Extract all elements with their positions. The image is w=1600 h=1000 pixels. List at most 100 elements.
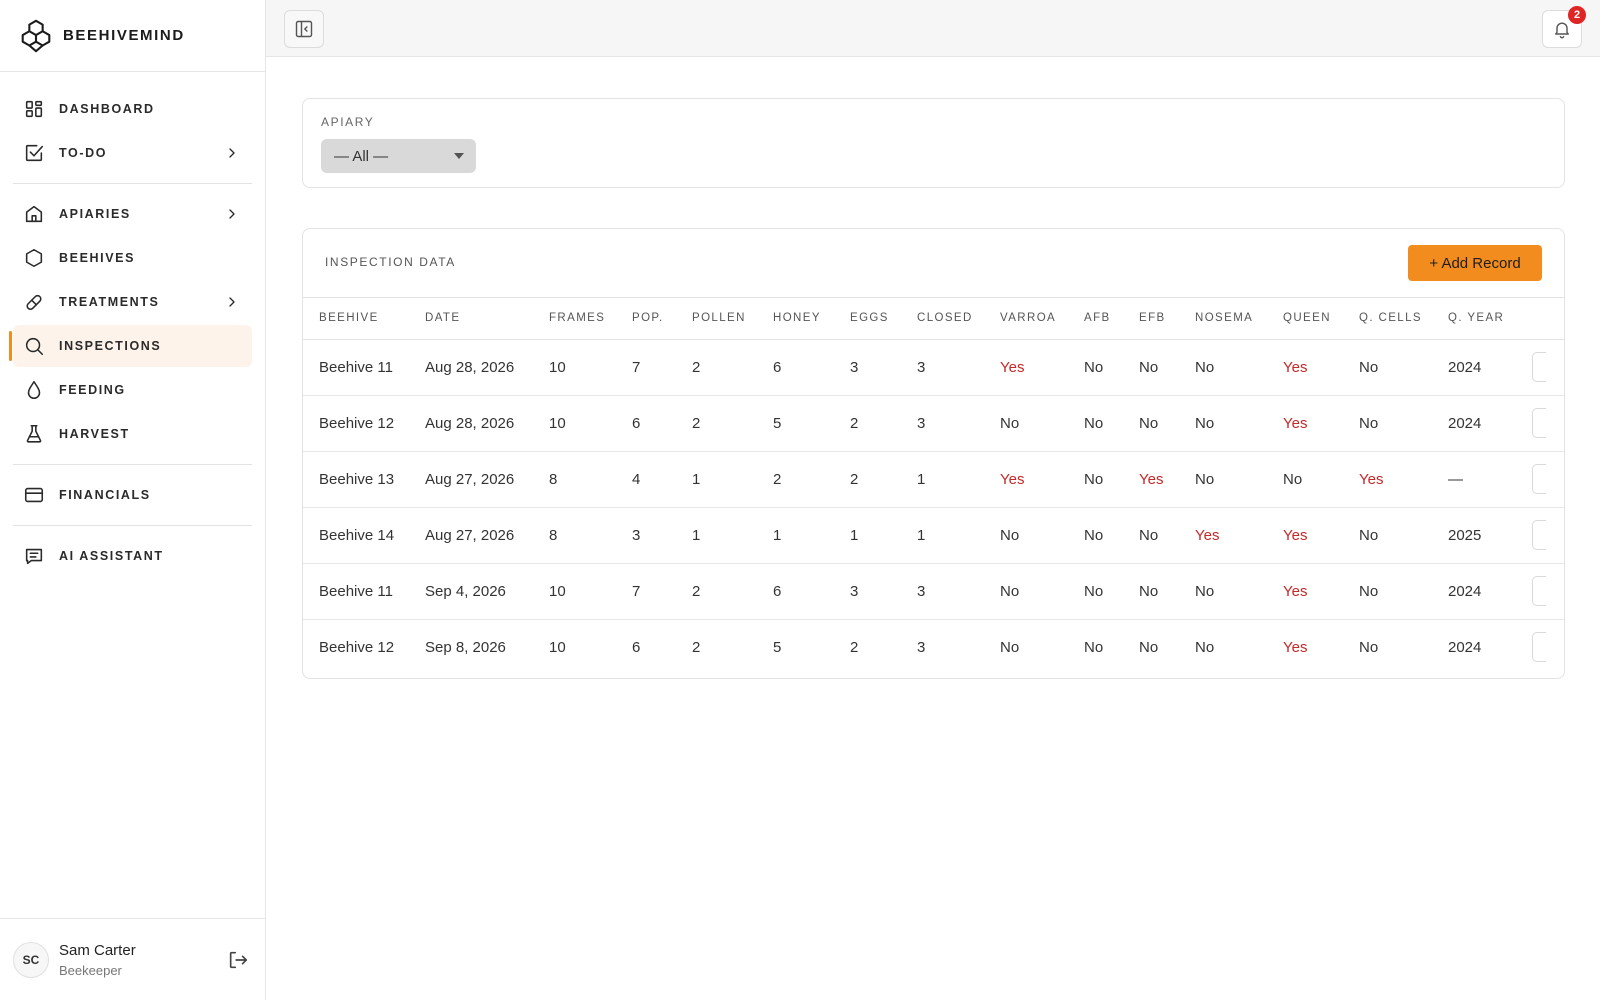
- table-cell: No: [1195, 451, 1283, 508]
- table-cell: No: [1195, 638, 1215, 656]
- table-cell: No: [1195, 395, 1283, 452]
- avatar[interactable]: SC: [13, 941, 49, 978]
- topbar: 2: [266, 0, 1600, 57]
- notification-badge: 2: [1568, 6, 1586, 24]
- table-cell: Beehive 13: [303, 451, 425, 508]
- table-cell: 1: [692, 451, 773, 508]
- inspection-data-card: INSPECTION DATA + Add Record BEEHIVE DATE…: [302, 228, 1565, 679]
- hexagon-icon: [23, 247, 45, 269]
- apiary-select[interactable]: — All —: [321, 139, 476, 173]
- sidebar-item-harvest[interactable]: HARVEST: [13, 413, 252, 455]
- brand[interactable]: BEEHIVEMIND: [0, 0, 265, 72]
- row-action-button[interactable]: [1532, 464, 1546, 494]
- table-cell: 1: [692, 507, 773, 564]
- table-cell: 1: [917, 451, 1000, 508]
- sidebar-item-ai-assistant[interactable]: AI ASSISTANT: [13, 535, 252, 577]
- table-cell: Sep 4, 2026: [425, 563, 549, 620]
- nav-divider: [13, 464, 252, 465]
- table-row[interactable]: Beehive 12 Sep 8, 2026 10 6 2 5 2 3 No No No No Yes N…: [303, 619, 1564, 675]
- row-action-button[interactable]: [1532, 632, 1546, 663]
- inspections-table: BEEHIVE DATE FRAMES POP. POLLEN HONEY EGGS CLOS…: [303, 298, 1564, 675]
- table-cell: 3: [917, 395, 1000, 452]
- table-cell: —: [1448, 451, 1532, 508]
- checkbox-icon: [23, 142, 45, 164]
- table-cell: No: [1000, 507, 1084, 564]
- table-cell: No: [1139, 507, 1195, 564]
- table-cell: No: [1139, 395, 1195, 452]
- table-cell: No: [1139, 339, 1195, 396]
- table-row[interactable]: Beehive 14 Aug 27, 2026 8 3 1 1 1 1 No No No Yes Yes…: [303, 507, 1564, 564]
- table-header-row: BEEHIVE DATE FRAMES POP. POLLEN HONEY EGGS CLOS…: [303, 298, 1564, 340]
- row-action-button[interactable]: [1532, 520, 1546, 550]
- table-cell: 10: [549, 563, 632, 620]
- column-header: HONEY: [773, 298, 850, 340]
- table-cell: No: [1283, 451, 1359, 508]
- bell-icon: [1555, 22, 1569, 39]
- table-cell: No: [1359, 563, 1448, 620]
- column-header: CLOSED: [917, 298, 1000, 340]
- table-cell: Yes: [1000, 339, 1084, 396]
- sidebar-item-to-do[interactable]: TO-DO: [13, 132, 252, 174]
- table-row[interactable]: Beehive 12 Aug 28, 2026 10 6 2 5 2 3 No No No No Yes…: [303, 395, 1564, 452]
- row-actions-cell: [1532, 563, 1564, 620]
- table-cell: 6: [632, 395, 692, 452]
- flask-icon: [23, 423, 45, 445]
- table-body: Beehive 11 Aug 28, 2026 10 7 2 6 3 3 Yes No No No Ye…: [303, 339, 1564, 675]
- sidebar-item-label: TREATMENTS: [59, 295, 160, 309]
- column-header: POLLEN: [692, 298, 773, 340]
- sidebar-item-feeding[interactable]: FEEDING: [13, 369, 252, 411]
- chevron-right-icon: [229, 297, 235, 307]
- column-header: EGGS: [850, 298, 917, 340]
- table-cell: 5: [773, 638, 782, 656]
- column-header: DATE: [425, 298, 549, 340]
- sidebar-item-beehives[interactable]: BEEHIVES: [13, 237, 252, 279]
- credit-card-icon: [23, 484, 45, 506]
- column-header: NOSEMA: [1195, 298, 1283, 340]
- table-cell: 2024: [1448, 563, 1532, 620]
- table-cell: 10: [549, 395, 632, 452]
- row-action-button[interactable]: [1532, 576, 1546, 606]
- table-cell: No: [1359, 507, 1448, 564]
- droplet-icon: [23, 379, 45, 401]
- table-cell: 1: [850, 507, 917, 564]
- column-header: FRAMES: [549, 298, 632, 340]
- table-cell: 8: [549, 451, 632, 508]
- table-row[interactable]: Beehive 11 Sep 4, 2026 10 7 2 6 3 3 No No No No Yes N…: [303, 563, 1564, 620]
- sidebar-toggle-icon: [295, 20, 313, 38]
- apiary-select-value: — All —: [334, 147, 389, 165]
- table-cell: No: [1139, 563, 1195, 620]
- table-cell: Aug 27, 2026: [425, 507, 549, 564]
- sidebar-item-dashboard[interactable]: DASHBOARD: [13, 88, 252, 130]
- sidebar-item-label: APIARIES: [59, 207, 131, 221]
- table-cell: 6: [632, 638, 641, 656]
- main-content: 2 APIARY — All — INSPECTION DATA + Add R…: [266, 0, 1600, 1000]
- add-record-button[interactable]: + Add Record: [1408, 245, 1542, 281]
- sidebar-item-label: HARVEST: [59, 427, 130, 441]
- table-cell: Yes: [1359, 451, 1448, 508]
- logout-icon[interactable]: [227, 949, 249, 971]
- sidebar-item-financials[interactable]: FINANCIALS: [13, 474, 252, 516]
- collapse-sidebar-button[interactable]: [284, 10, 324, 48]
- hexagon-icon-svg: [25, 248, 43, 268]
- table-cell: 3: [850, 563, 917, 620]
- row-actions-cell: [1532, 619, 1564, 675]
- notifications-button[interactable]: 2: [1542, 6, 1586, 48]
- table-row[interactable]: Beehive 11 Aug 28, 2026 10 7 2 6 3 3 Yes No No No Ye…: [303, 339, 1564, 396]
- table-cell: Sep 8, 2026: [425, 638, 506, 656]
- sidebar-item-treatments[interactable]: TREATMENTS: [13, 281, 252, 323]
- sidebar-item-inspections[interactable]: INSPECTIONS: [9, 325, 252, 367]
- row-action-button[interactable]: [1532, 352, 1546, 382]
- table-cell: No: [1084, 638, 1104, 656]
- row-action-button[interactable]: [1532, 408, 1546, 438]
- actions-column-header: [1532, 298, 1564, 340]
- table-cell: 2: [850, 638, 859, 656]
- sidebar-item-apiaries[interactable]: APIARIES: [13, 193, 252, 235]
- user-panel: SC Sam Carter Beekeeper: [0, 918, 265, 1000]
- table-row[interactable]: Beehive 13 Aug 27, 2026 8 4 1 2 2 1 Yes No Yes No No…: [303, 451, 1564, 508]
- table-cell: Yes: [1195, 507, 1283, 564]
- sidebar-item-label: FEEDING: [59, 383, 126, 397]
- table-cell: 1: [773, 507, 850, 564]
- dashboard-icon: [23, 98, 45, 120]
- table-cell: 3: [850, 339, 917, 396]
- table-cell: 2024: [1448, 395, 1532, 452]
